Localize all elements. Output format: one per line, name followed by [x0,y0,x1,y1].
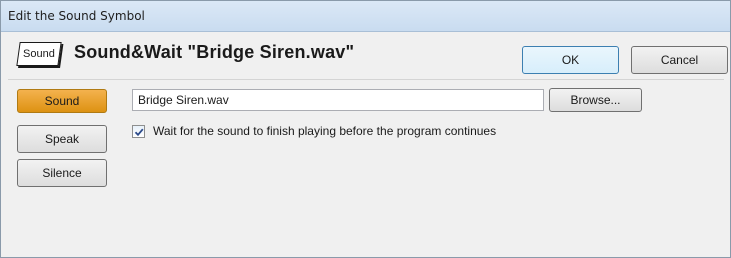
dialog-client-area: Sound Sound&Wait "Bridge Siren.wav" OK C… [8,32,728,252]
window-title: Edit the Sound Symbol [8,9,145,23]
sound-symbol-badge: Sound [16,42,62,66]
wait-checkbox-label: Wait for the sound to finish playing bef… [153,124,497,138]
title-bar[interactable]: Edit the Sound Symbol [1,1,730,32]
mode-sound-button[interactable]: Sound [17,89,107,113]
wait-option-row[interactable]: Wait for the sound to finish playing bef… [132,123,496,139]
symbol-description: Sound&Wait "Bridge Siren.wav" [74,42,355,62]
checkmark-icon [134,128,144,136]
header-divider [8,79,724,80]
dialog-window: Edit the Sound Symbol Sound Sound&Wait "… [0,0,731,258]
sound-symbol-badge-label: Sound [23,48,55,60]
mode-silence-button[interactable]: Silence [17,159,107,187]
ok-button[interactable]: OK [522,46,619,74]
wait-checkbox[interactable] [132,124,145,138]
browse-button[interactable]: Browse... [549,88,642,112]
cancel-button[interactable]: Cancel [631,46,728,74]
mode-speak-button[interactable]: Speak [17,125,107,153]
sound-file-input[interactable] [132,89,544,111]
